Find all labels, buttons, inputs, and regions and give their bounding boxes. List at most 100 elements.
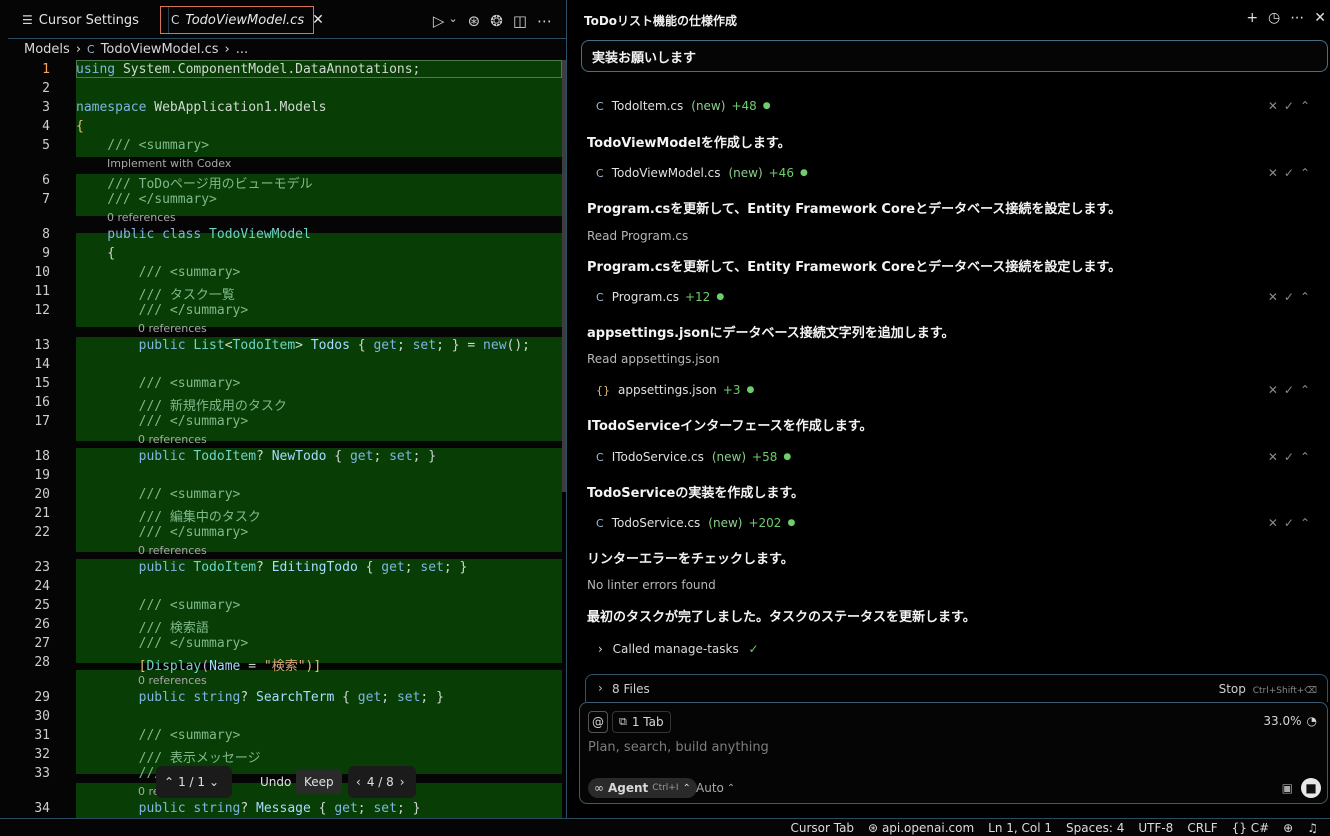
scrollbar[interactable] bbox=[562, 60, 566, 492]
line-number: 18 bbox=[34, 449, 50, 464]
code-line: public List<TodoItem> Todos { get; set; … bbox=[76, 338, 531, 353]
model-selector[interactable]: Auto ⌃ bbox=[696, 778, 735, 798]
codelens-references[interactable]: 0 references bbox=[138, 544, 207, 557]
row-controls[interactable]: ✕✓⌃ bbox=[1268, 516, 1316, 530]
editor-pane: ☰ Cursor Settings C TodoViewModel.cs ✕ ▷… bbox=[0, 0, 567, 818]
codelens-references[interactable]: 0 references bbox=[107, 211, 176, 224]
more-icon[interactable]: ⋯ bbox=[1290, 10, 1304, 26]
file-change-row[interactable]: C TodoItem.cs (new) +48 ● ✕✓⌃ bbox=[596, 97, 1316, 115]
status-position[interactable]: Ln 1, Col 1 bbox=[988, 821, 1052, 835]
split-editor-icon[interactable]: ◫ bbox=[513, 12, 527, 30]
breadcrumb-item[interactable]: ... bbox=[236, 42, 248, 57]
code-line: /// <summary> bbox=[76, 728, 241, 743]
file-counter: 4 / 8 bbox=[366, 775, 394, 789]
context-percent: 33.0% bbox=[1263, 714, 1302, 728]
status-cursor-tab[interactable]: Cursor Tab bbox=[790, 821, 854, 835]
more-icon[interactable]: ⋯ bbox=[537, 12, 552, 30]
file-change-row[interactable]: C Program.cs +12 ● ✕✓⌃ bbox=[596, 288, 1316, 306]
codelens-implement[interactable]: Implement with Codex bbox=[107, 157, 231, 170]
code-editor[interactable]: 1 2 3 4 5 6 7 8 9 10 11 12 13 14 15 16 1… bbox=[8, 60, 566, 818]
line-number: 9 bbox=[42, 246, 50, 261]
breadcrumb-item[interactable]: Models bbox=[24, 42, 70, 57]
status-dot-icon: ● bbox=[716, 292, 725, 302]
code-line: /// ToDoページ用のビューモデル bbox=[76, 177, 313, 192]
new-badge: (new) bbox=[711, 450, 747, 464]
code-line: { bbox=[76, 119, 84, 134]
undo-button[interactable]: Undo bbox=[252, 766, 299, 798]
file-name: Program.cs bbox=[611, 290, 679, 304]
tool-read-result: Read Program.cs bbox=[587, 229, 689, 243]
context-usage: 33.0% ◔ bbox=[1263, 711, 1317, 731]
code-line: public TodoItem? NewTodo { get; set; } bbox=[76, 449, 437, 464]
tool-call-row[interactable]: › Called manage-tasks ✓ bbox=[598, 642, 759, 656]
user-message[interactable]: 実装お願いします bbox=[581, 40, 1328, 72]
file-change-row[interactable]: {} appsettings.json +3 ● ✕✓⌃ bbox=[596, 381, 1316, 399]
codelens-references[interactable]: 0 references bbox=[138, 322, 207, 335]
openai-alt-icon[interactable]: ❂ bbox=[490, 12, 503, 30]
line-number: 5 bbox=[42, 138, 50, 153]
chevron-left-icon[interactable]: ‹ bbox=[356, 775, 361, 789]
keep-button[interactable]: Keep bbox=[296, 770, 342, 794]
status-api[interactable]: ⊛ api.openai.com bbox=[868, 821, 974, 835]
openai-icon[interactable]: ⊛ bbox=[468, 12, 481, 30]
chat-input[interactable]: Plan, search, build anything bbox=[588, 740, 769, 755]
history-icon[interactable]: ◷ bbox=[1268, 10, 1280, 26]
run-icon[interactable]: ▷ bbox=[433, 12, 445, 30]
code-line: /// bbox=[76, 766, 163, 781]
changed-files-bar[interactable]: › 8 Files Stop Ctrl+Shift+⌫ bbox=[585, 674, 1328, 702]
row-controls[interactable]: ✕✓⌃ bbox=[1268, 383, 1316, 397]
codelens-references[interactable]: 0 references bbox=[138, 433, 207, 446]
copilot-icon[interactable]: ⊕ bbox=[1283, 821, 1293, 835]
diff-review-toolbar: ⌃ 1 / 1 ⌄ Undo Keep ‹ 4 / 8 › bbox=[156, 766, 416, 798]
tab-todoviewmodel[interactable]: C TodoViewModel.cs ✕ bbox=[160, 6, 324, 34]
file-change-row[interactable]: C TodoService.cs (new) +202 ● ✕✓⌃ bbox=[596, 514, 1316, 532]
row-controls[interactable]: ✕✓⌃ bbox=[1268, 290, 1316, 304]
image-icon[interactable]: ▣ bbox=[1282, 778, 1293, 798]
line-number: 15 bbox=[34, 376, 50, 391]
notification-icon[interactable]: ♫ bbox=[1307, 821, 1318, 835]
context-tab-chip[interactable]: ⧉ 1 Tab bbox=[612, 711, 671, 733]
code-line: /// 新規作成用のタスク bbox=[76, 399, 287, 414]
line-number: 22 bbox=[34, 525, 50, 540]
code-line: /// </summary> bbox=[76, 525, 249, 540]
assistant-message: Program.csを更新して、Entity Framework Coreとデー… bbox=[587, 202, 1122, 217]
agent-label: Agent bbox=[608, 781, 649, 795]
chevron-up-icon[interactable]: ⌃ bbox=[164, 775, 174, 789]
row-controls[interactable]: ✕✓⌃ bbox=[1268, 166, 1316, 180]
tab-chip-label: 1 Tab bbox=[631, 715, 664, 729]
status-encoding[interactable]: UTF-8 bbox=[1138, 821, 1173, 835]
lines-added: +3 bbox=[722, 383, 741, 397]
line-number: 25 bbox=[34, 598, 50, 613]
status-dot-icon: ● bbox=[762, 101, 771, 111]
chevron-right-icon[interactable]: › bbox=[400, 775, 405, 789]
status-language[interactable]: {} C# bbox=[1232, 821, 1270, 835]
plus-icon[interactable]: + bbox=[1246, 10, 1258, 26]
lines-added: +202 bbox=[748, 516, 782, 530]
codelens-references[interactable]: 0 references bbox=[138, 674, 207, 687]
code-line: public string? Message { get; set; } bbox=[76, 801, 421, 816]
breadcrumb-item[interactable]: TodoViewModel.cs bbox=[101, 42, 219, 57]
status-spaces[interactable]: Spaces: 4 bbox=[1066, 821, 1124, 835]
status-eol[interactable]: CRLF bbox=[1187, 821, 1217, 835]
chevron-down-icon[interactable]: ⌄ bbox=[448, 12, 457, 30]
mention-button[interactable]: @ bbox=[588, 711, 608, 733]
stop-generation-button[interactable]: ■ bbox=[1301, 778, 1321, 798]
line-number: 13 bbox=[34, 338, 50, 353]
row-controls[interactable]: ✕✓⌃ bbox=[1268, 450, 1316, 464]
language-label: C# bbox=[1250, 821, 1270, 835]
chevron-down-icon[interactable]: ⌄ bbox=[209, 775, 219, 789]
stop-button[interactable]: Stop Ctrl+Shift+⌫ bbox=[1219, 682, 1317, 696]
code-line: public string? SearchTerm { get; set; } bbox=[76, 690, 444, 705]
files-count: 8 Files bbox=[612, 682, 650, 696]
braces-icon: {} bbox=[1231, 821, 1247, 835]
code-line: using System.ComponentModel.DataAnnotati… bbox=[76, 62, 421, 77]
file-change-row[interactable]: C TodoViewModel.cs (new) +46 ● ✕✓⌃ bbox=[596, 164, 1316, 182]
close-icon[interactable]: ✕ bbox=[312, 12, 324, 28]
close-icon[interactable]: ✕ bbox=[1314, 10, 1326, 26]
row-controls[interactable]: ✕✓⌃ bbox=[1268, 99, 1316, 113]
line-number: 8 bbox=[42, 227, 50, 242]
tab-context-icon: ⧉ bbox=[619, 715, 627, 728]
file-change-row[interactable]: C ITodoService.cs (new) +58 ● ✕✓⌃ bbox=[596, 448, 1316, 466]
agent-mode-selector[interactable]: ∞ Agent Ctrl+I ⌃ bbox=[588, 778, 697, 798]
tab-cursor-settings[interactable]: ☰ Cursor Settings bbox=[10, 6, 169, 34]
